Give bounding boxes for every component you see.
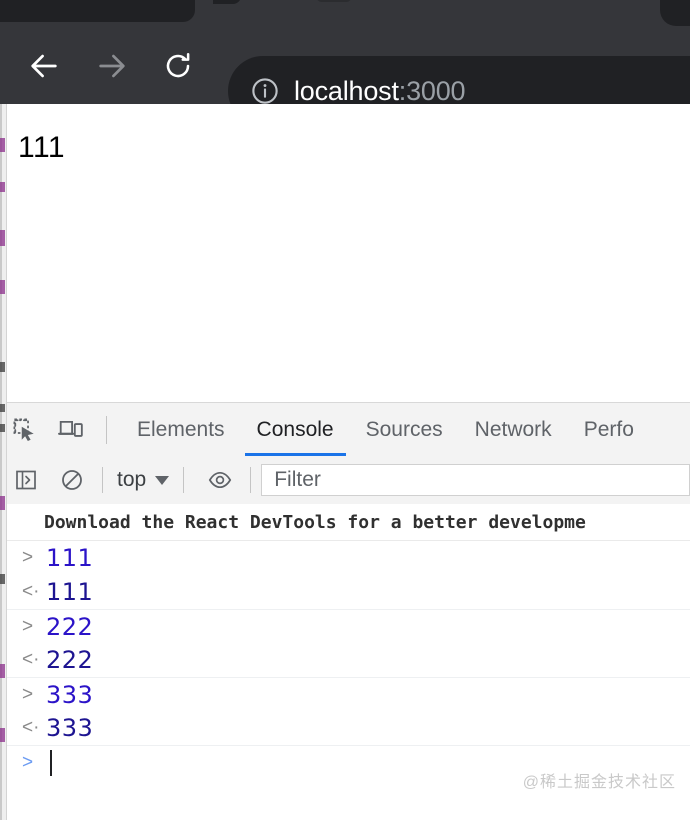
inspect-element-icon[interactable]: [4, 409, 46, 451]
page-body-text: 111: [18, 131, 66, 164]
tab-strip-shape-a: [213, 0, 241, 4]
console-entry-value: 111: [46, 544, 94, 572]
prompt-marker-icon: >: [22, 683, 34, 705]
console-result-row[interactable]: <· 222: [0, 643, 690, 677]
browser-tab-active[interactable]: [0, 0, 195, 22]
console-filter-bar: top Filter: [0, 456, 690, 505]
console-filter-input[interactable]: Filter: [261, 464, 690, 496]
filterbar-divider-1: [102, 467, 103, 493]
console-input-row[interactable]: > 333: [0, 677, 690, 711]
forward-button[interactable]: [90, 44, 134, 88]
tab-sources-label: Sources: [365, 417, 443, 441]
show-console-sidebar-icon[interactable]: [6, 460, 46, 500]
result-marker-icon: <·: [22, 581, 40, 602]
tab-strip-shape-right: [660, 0, 690, 26]
address-host: localhost: [294, 75, 399, 105]
live-expression-icon[interactable]: [200, 460, 240, 500]
filterbar-divider-3: [250, 467, 252, 493]
result-marker-icon: <·: [22, 717, 40, 738]
console-input-row[interactable]: > 111: [0, 541, 690, 575]
new-tab-button[interactable]: [316, 0, 352, 2]
tab-elements-label: Elements: [137, 417, 225, 441]
reload-icon: [166, 53, 190, 78]
filterbar-divider-2: [183, 467, 185, 493]
console-context-label: top: [117, 468, 147, 491]
chevron-down-icon: [155, 475, 170, 485]
console-result-row[interactable]: <· 333: [0, 711, 690, 745]
arrow-right-icon: [99, 54, 125, 78]
watermark: @稀土掘金技术社区: [522, 774, 676, 791]
page-viewport: 111: [0, 104, 690, 403]
tab-strip: [0, 0, 690, 26]
tab-performance[interactable]: Perfo: [568, 403, 650, 456]
tab-sources[interactable]: Sources: [350, 403, 459, 456]
tab-network-label: Network: [474, 417, 552, 441]
info-circle-icon[interactable]: [250, 76, 280, 104]
console-context-selector[interactable]: top: [113, 468, 173, 492]
result-marker-icon: <·: [22, 649, 40, 670]
devtools-tabbar: Elements Console Sources Network Perfo: [0, 403, 690, 457]
prompt-marker-icon: >: [22, 547, 34, 568]
devtools-panel: Elements Console Sources Network Perfo t…: [0, 403, 690, 820]
toolbar-divider: [106, 415, 107, 444]
react-devtools-banner: Download the React DevTools for a better…: [0, 504, 690, 541]
console-entry-value: 222: [46, 646, 94, 674]
active-prompt-marker-icon: >: [22, 751, 34, 773]
text-cursor: [50, 749, 52, 776]
reload-button[interactable]: [156, 44, 200, 88]
address-bar[interactable]: localhost:3000: [228, 56, 690, 104]
console-entry-value: 333: [46, 680, 94, 709]
address-bar-url: localhost:3000: [294, 75, 466, 105]
clear-console-icon[interactable]: [52, 460, 92, 500]
tab-console[interactable]: Console: [241, 403, 350, 456]
console-entry-value: 111: [46, 578, 94, 606]
console-entry-value: 222: [46, 612, 94, 641]
tab-performance-label: Perfo: [583, 417, 634, 441]
back-button[interactable]: [22, 44, 66, 88]
browser-window: localhost:3000: [0, 0, 690, 104]
console-result-row[interactable]: <· 111: [0, 575, 690, 609]
tab-elements[interactable]: Elements: [121, 403, 241, 456]
device-toolbar-icon[interactable]: [50, 409, 92, 451]
tab-network[interactable]: Network: [459, 403, 568, 456]
console-input-row[interactable]: > 222: [0, 609, 690, 643]
address-port: :3000: [398, 75, 466, 105]
console-entry-value: 333: [46, 714, 94, 742]
arrow-left-icon: [31, 54, 57, 78]
tab-console-label: Console: [256, 417, 334, 441]
browser-toolbar: localhost:3000: [0, 26, 690, 104]
prompt-marker-icon: >: [22, 615, 34, 637]
